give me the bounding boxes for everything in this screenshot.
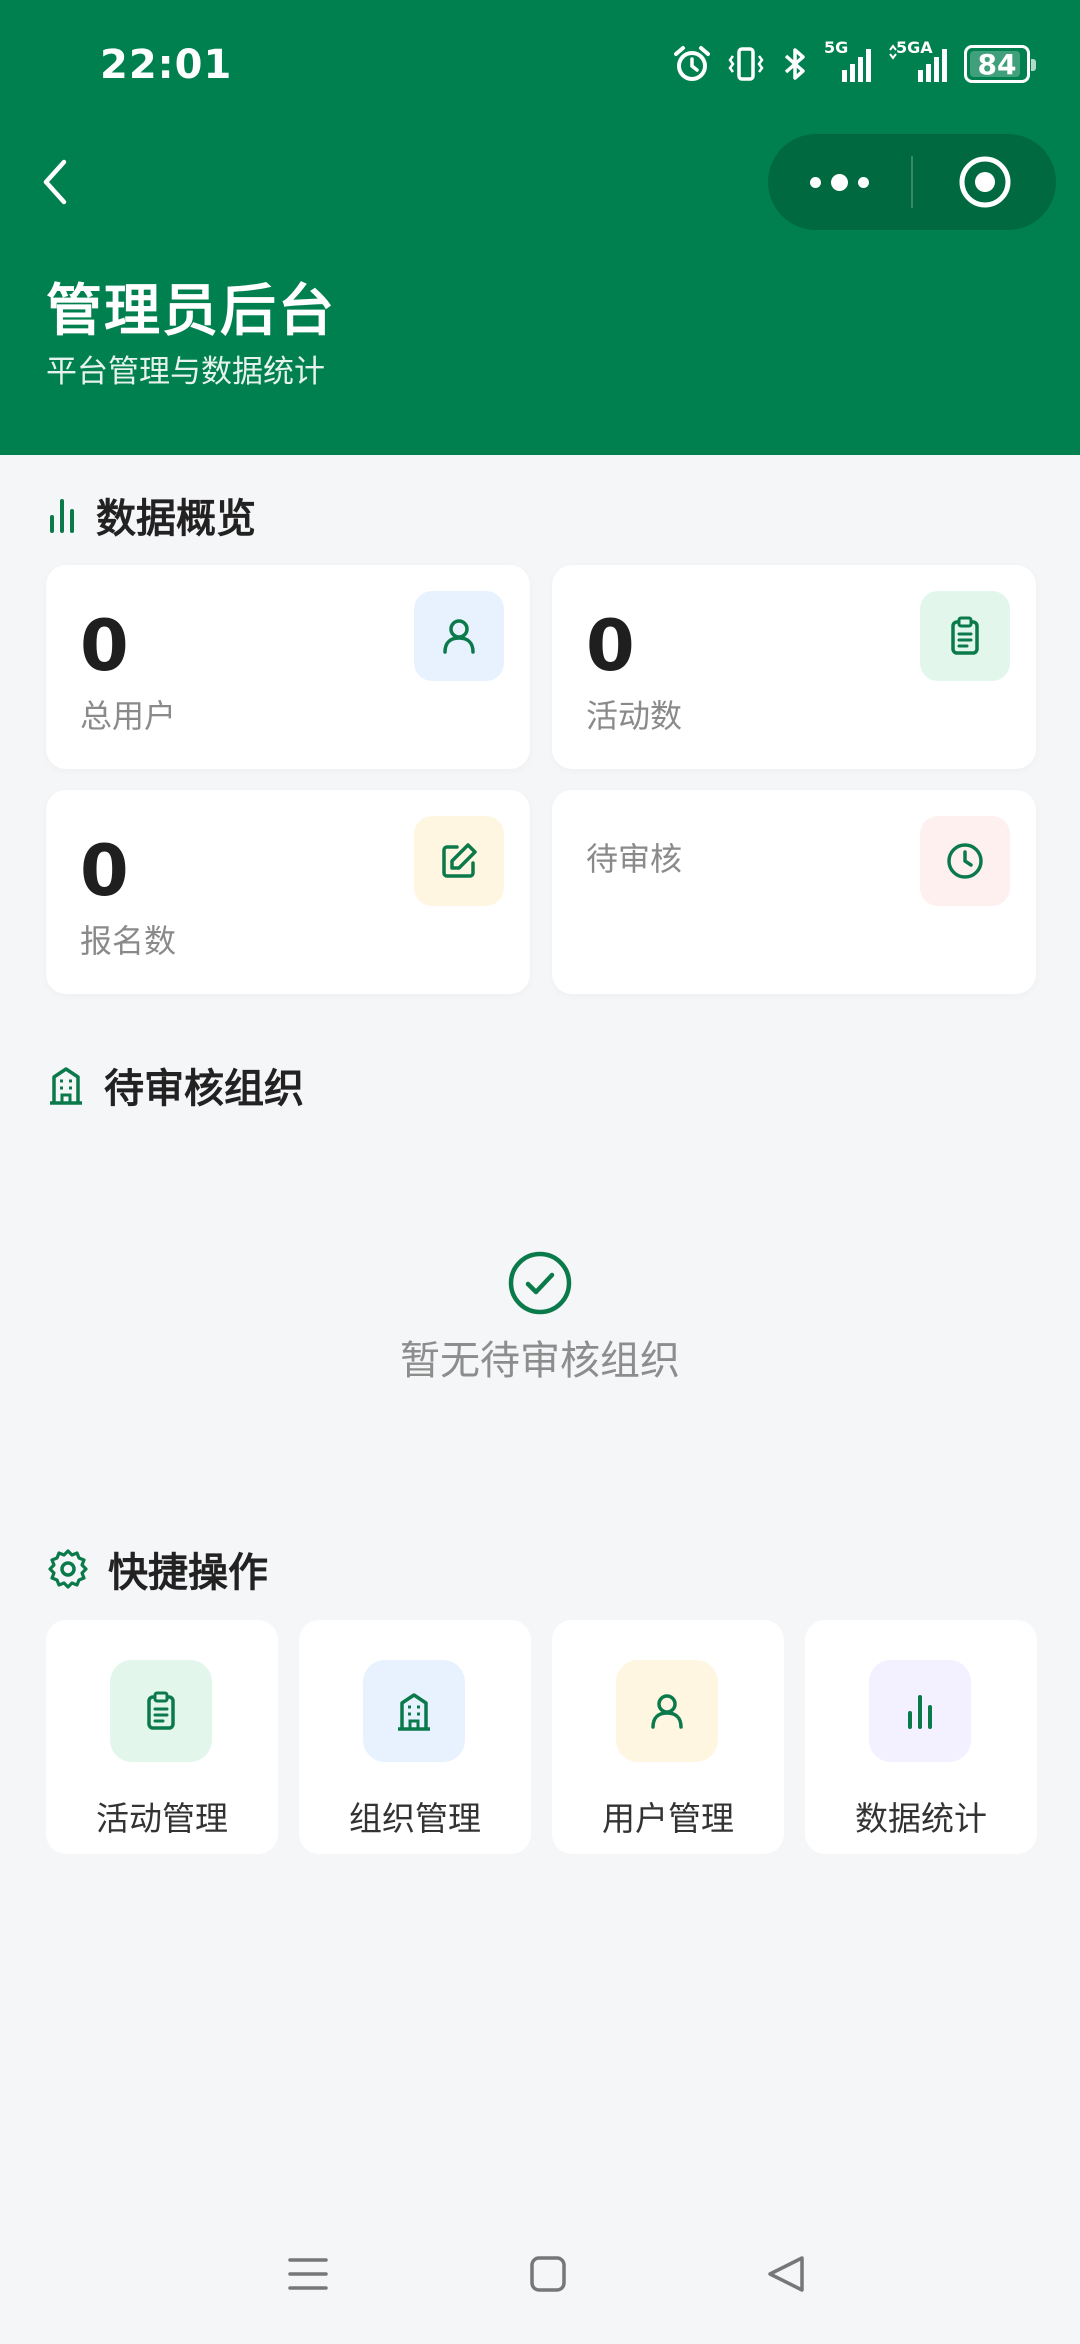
pending-section-title: 待审核组织 (46, 1056, 304, 1114)
empty-state-text: 暂无待审核组织 (400, 1338, 680, 1384)
stat-label: 活动数 (586, 697, 683, 735)
stat-label: 待审核 (586, 840, 683, 878)
square-icon (530, 2256, 566, 2292)
status-icons: 5G 5GA 84 (672, 38, 1036, 84)
battery-level: 84 (977, 47, 1017, 81)
user-icon (443, 619, 475, 654)
stat-icon-box (920, 591, 1010, 681)
section-title-text: 快捷操作 (108, 1550, 268, 1596)
stat-label: 报名数 (80, 922, 177, 960)
clipboard-icon (147, 1691, 175, 1730)
overview-section-title: 数据概览 (46, 486, 256, 544)
chevron-left-icon (43, 159, 67, 205)
stat-icon-box (414, 591, 504, 681)
status-bar: 22:01 5G 5GA 84 (0, 0, 1080, 130)
recent-apps-button[interactable] (286, 2252, 330, 2300)
quick-user-management[interactable]: 用户管理 (552, 1620, 784, 1854)
stat-icon-box (414, 816, 504, 906)
battery-indicator: 84 (964, 45, 1036, 83)
gear-icon (48, 1549, 88, 1589)
bluetooth-icon (784, 48, 805, 80)
quick-section-title: 快捷操作 (46, 1540, 268, 1598)
quick-label: 组织管理 (349, 1799, 481, 1838)
quick-data-statistics[interactable]: 数据统计 (805, 1620, 1037, 1854)
back-nav-button[interactable] (764, 2252, 808, 2300)
vibrate-icon (728, 47, 764, 81)
empty-state: 暂无待审核组织 (0, 1250, 1080, 1386)
clipboard-icon (951, 616, 979, 655)
alarm-icon (674, 46, 710, 81)
page-header: 22:01 5G 5GA 84 管理员后台 平台管理与数据统计 (0, 0, 1080, 455)
bar-chart-icon (908, 1695, 932, 1729)
system-nav-bar (0, 2200, 1080, 2344)
home-button[interactable] (528, 2252, 568, 2300)
quick-label: 活动管理 (96, 1799, 228, 1838)
signal-5g-icon: 5G (824, 38, 874, 84)
quick-activity-management[interactable]: 活动管理 (46, 1620, 278, 1854)
user-icon (651, 1694, 683, 1729)
stat-icon-box (920, 816, 1010, 906)
section-title-text: 数据概览 (96, 496, 256, 542)
close-mini-program-button[interactable] (913, 134, 1056, 230)
triangle-back-icon (768, 2256, 804, 2292)
stat-label: 总用户 (80, 697, 177, 735)
more-dot-icon (858, 176, 869, 188)
page-title: 管理员后台 (46, 279, 336, 344)
more-dot-icon (810, 176, 821, 188)
stat-card-users[interactable]: 0 总用户 (46, 565, 530, 769)
stat-value: 0 (80, 830, 129, 912)
quick-label: 用户管理 (602, 1799, 734, 1838)
stat-card-activities[interactable]: 0 活动数 (552, 565, 1036, 769)
menu-icon (288, 2258, 328, 2290)
building-icon (398, 1693, 430, 1731)
stat-value: 0 (586, 605, 635, 687)
signal-5ga-icon: 5GA (888, 38, 950, 84)
quick-org-management[interactable]: 组织管理 (299, 1620, 531, 1854)
quick-icon-box (616, 1660, 718, 1762)
check-circle-icon (508, 1251, 572, 1315)
quick-icon-box (110, 1660, 212, 1762)
quick-label: 数据统计 (855, 1799, 987, 1838)
edit-icon (442, 843, 477, 878)
building-icon (50, 1067, 82, 1105)
clock-icon (947, 843, 983, 879)
quick-icon-box (869, 1660, 971, 1762)
bar-chart-icon (50, 499, 74, 533)
stat-card-pending[interactable]: 待审核 (552, 790, 1036, 994)
more-dot-icon (831, 173, 848, 191)
stat-value: 0 (80, 605, 129, 687)
page-subtitle: 平台管理与数据统计 (46, 354, 325, 390)
status-time: 22:01 (100, 42, 233, 88)
section-title-text: 待审核组织 (104, 1066, 304, 1112)
quick-icon-box (363, 1660, 465, 1762)
mini-program-capsule (768, 134, 1056, 230)
target-icon (959, 156, 1010, 208)
more-button[interactable] (768, 134, 911, 230)
back-button[interactable] (36, 152, 76, 212)
stat-card-signups[interactable]: 0 报名数 (46, 790, 530, 994)
